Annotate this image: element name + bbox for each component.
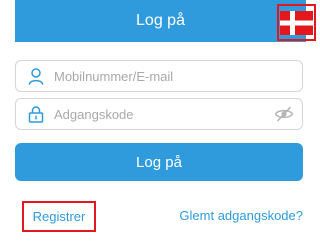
register-link-label: Registrer: [32, 209, 86, 224]
forgot-password-link[interactable]: Glemt adgangskode?: [179, 205, 303, 227]
eye-hidden-icon[interactable]: [274, 106, 294, 122]
user-icon: [28, 68, 44, 85]
page-title: Log på: [136, 12, 185, 29]
header-bar: Log på: [15, 0, 316, 42]
denmark-flag-icon: [280, 10, 313, 35]
password-input[interactable]: [54, 99, 268, 129]
password-field: [15, 98, 303, 130]
language-selector-button[interactable]: [277, 4, 316, 41]
username-field: [15, 60, 303, 92]
lock-icon: [28, 106, 44, 123]
register-button[interactable]: Registrer: [22, 201, 96, 232]
login-button[interactable]: Log på: [15, 143, 303, 181]
username-input[interactable]: [54, 61, 268, 91]
